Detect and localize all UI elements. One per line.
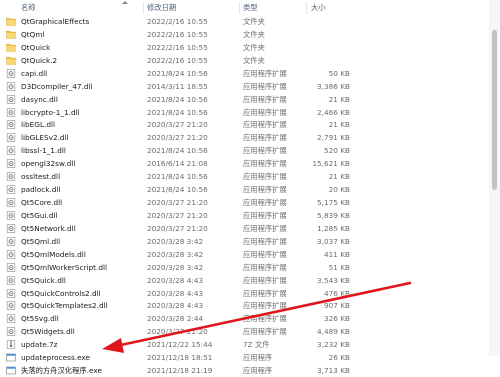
file-type: 应用程序 [243, 366, 273, 376]
file-name: 失落的方舟汉化程序.exe [21, 366, 102, 376]
file-row[interactable]: 失落的方舟汉化程序.exe 2021/12/18 21:19 应用程序 3,713 K… [0, 364, 500, 377]
exe-icon [6, 366, 16, 375]
annotation-arrow [102, 281, 412, 353]
file-modified-date: 2021/12/18 21:19 [147, 366, 213, 376]
file-size: 3,713 KB [317, 366, 350, 376]
